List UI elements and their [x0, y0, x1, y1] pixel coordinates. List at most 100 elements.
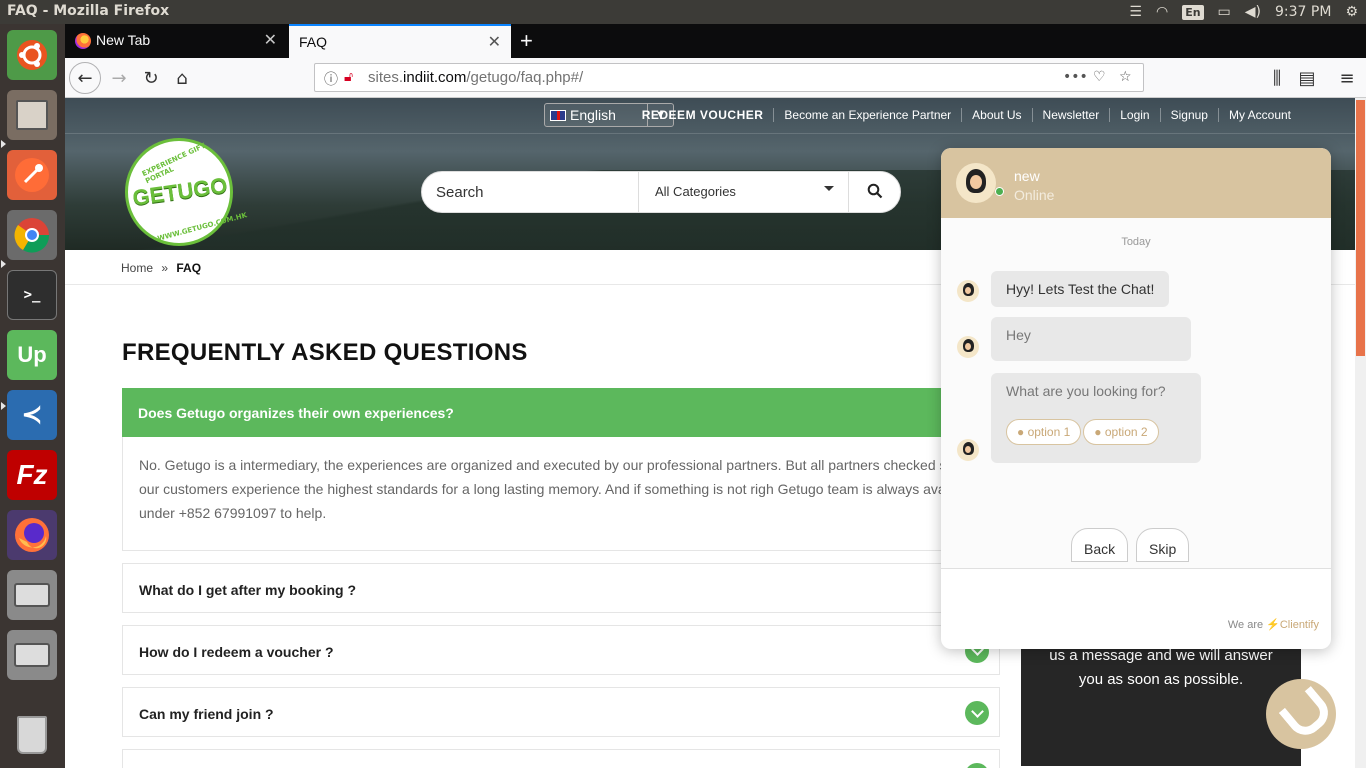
url-bar[interactable]: ⓘ 🔓︎ sites.indiit.com/getugo/faq.php#/ •… — [314, 63, 1144, 92]
tab-new-tab[interactable]: New Tab ✕ — [65, 24, 287, 58]
faq-question: What do I get after my booking ? — [139, 582, 356, 598]
filezilla-icon[interactable]: Fz — [7, 450, 57, 500]
chat-message-input[interactable] — [941, 569, 1331, 613]
ubuntu-dash-icon[interactable] — [7, 30, 57, 80]
keyboard-layout-indicator[interactable]: En — [1182, 4, 1204, 20]
trash-icon[interactable] — [7, 710, 57, 760]
launcher: >_ Up ≺ Fz — [0, 24, 65, 768]
forward-arrow-icon[interactable]: → — [105, 64, 133, 92]
chat-message: What are you looking for? — [1006, 383, 1166, 399]
tab-label: FAQ — [299, 34, 328, 50]
top-links: REDEEM VOUCHER Become an Experience Part… — [632, 108, 1301, 122]
about-us-link[interactable]: About Us — [961, 108, 1031, 122]
redeem-voucher-link[interactable]: REDEEM VOUCHER — [632, 108, 774, 122]
drive-icon[interactable] — [7, 570, 57, 620]
back-arrow-icon[interactable]: ← — [69, 62, 101, 94]
chevron-down-icon[interactable] — [965, 763, 989, 768]
faq-item[interactable]: What do I get after my booking ? — [122, 563, 1000, 613]
files-icon[interactable] — [7, 90, 57, 140]
firefox-icon[interactable] — [7, 510, 57, 560]
postman-icon[interactable] — [7, 150, 57, 200]
magnet-icon[interactable] — [1266, 679, 1336, 749]
close-tab-icon[interactable]: ✕ — [488, 32, 501, 52]
chat-option-button[interactable]: ● option 1 — [1006, 419, 1082, 445]
faq-question: How do I redeem a voucher ? — [139, 644, 334, 660]
chat-day-label: Today — [1121, 236, 1151, 248]
caret-down-icon — [824, 186, 834, 191]
pocket-icon[interactable]: ♡ — [1093, 69, 1106, 85]
chrome-icon[interactable] — [7, 210, 57, 260]
tab-strip: New Tab ✕ FAQ ✕ + — [65, 24, 1366, 58]
breadcrumb-current: FAQ — [176, 261, 202, 275]
search-input[interactable]: Search — [436, 184, 484, 201]
getugo-logo[interactable]: EXPERIENCE GIFT PORTAL GETUGO WWW.GETUGO… — [125, 138, 248, 246]
chat-footer: We are ⚡Clientify — [1228, 618, 1319, 631]
home-icon[interactable]: ⌂ — [168, 64, 196, 92]
page-actions-icon[interactable]: ••• — [1063, 69, 1088, 85]
page-title: FREQUENTLY ASKED QUESTIONS — [122, 339, 528, 366]
agent-status: Online — [1014, 187, 1055, 203]
signup-link[interactable]: Signup — [1159, 108, 1218, 122]
faq-question: Can my friend join ? — [139, 706, 274, 722]
drive-icon-2[interactable] — [7, 630, 57, 680]
hamburger-menu-icon[interactable]: ≡ — [1333, 64, 1361, 92]
sidebar-icon[interactable]: ▤ — [1293, 64, 1321, 92]
chat-footer-brand[interactable]: ⚡Clientify — [1266, 619, 1319, 631]
clock[interactable]: 9:37 PM — [1275, 4, 1331, 20]
vscode-icon[interactable]: ≺ — [7, 390, 57, 440]
reload-icon[interactable]: ↻ — [137, 64, 165, 92]
become-partner-link[interactable]: Become an Experience Partner — [773, 108, 961, 122]
agent-avatar — [957, 336, 979, 358]
agent-name: new — [1014, 168, 1040, 184]
settings-gear-icon[interactable]: ⚙ — [1345, 4, 1358, 20]
my-account-link[interactable]: My Account — [1217, 108, 1301, 122]
chat-skip-button[interactable]: Skip — [1136, 528, 1190, 562]
terminal-icon[interactable]: >_ — [7, 270, 57, 320]
close-tab-icon[interactable]: ✕ — [264, 30, 277, 50]
faq-item-open[interactable]: Does Getugo organizes their own experien… — [122, 388, 1000, 437]
new-tab-plus-icon[interactable]: + — [520, 28, 533, 54]
breadcrumb-home[interactable]: Home — [121, 261, 153, 275]
contact-panel-text: us a message and we will answer you as s… — [1049, 647, 1273, 688]
category-select[interactable]: All Categories — [638, 172, 849, 212]
chat-back-button[interactable]: Back — [1071, 528, 1129, 562]
url-text[interactable]: sites.indiit.com/getugo/faq.php#/ — [368, 69, 583, 86]
online-status-dot — [995, 187, 1004, 196]
tab-faq[interactable]: FAQ ✕ — [289, 24, 511, 58]
insecure-lock-icon[interactable]: 🔓︎ — [344, 69, 353, 85]
agent-avatar — [956, 163, 996, 203]
breadcrumb: Home » FAQ — [121, 261, 201, 275]
upwork-icon[interactable]: Up — [7, 330, 57, 380]
system-top-panel: FAQ - Mozilla Firefox ☰ ◠ En ▭ ◀) 9:37 P… — [0, 0, 1366, 24]
info-icon[interactable]: ⓘ — [324, 69, 338, 89]
bookmark-star-icon[interactable]: ☆ — [1119, 69, 1132, 85]
chat-footer-prefix: We are — [1227, 619, 1264, 631]
library-icon[interactable]: ⫼ — [1263, 64, 1291, 92]
category-value: All Categories — [655, 184, 736, 199]
newsletter-link[interactable]: Newsletter — [1031, 108, 1110, 122]
wifi-icon[interactable]: ◠ — [1156, 4, 1168, 20]
faq-item[interactable] — [122, 749, 1000, 768]
agent-avatar — [957, 439, 979, 461]
chevron-down-icon[interactable] — [965, 701, 989, 725]
faq-item[interactable]: How do I redeem a voucher ? — [122, 625, 1000, 675]
chat-option-button[interactable]: ● option 2 — [1083, 419, 1159, 445]
login-link[interactable]: Login — [1109, 108, 1159, 122]
chat-widget: new Online Today Hyy! Lets Test the Chat… — [941, 148, 1331, 649]
faq-answer: No. Getugo is a intermediary, the experi… — [122, 437, 1000, 551]
faq-item[interactable]: Can my friend join ? — [122, 687, 1000, 737]
scrollbar-thumb[interactable] — [1356, 100, 1365, 356]
contact-panel: us a message and we will answer you as s… — [1021, 638, 1301, 766]
language-value: English — [570, 107, 616, 123]
chat-question-bubble: What are you looking for? ● option 1 ● op… — [991, 373, 1201, 463]
volume-icon[interactable]: ◀) — [1245, 4, 1261, 20]
battery-icon[interactable]: ▭ — [1218, 4, 1231, 20]
search-bar: Search All Categories — [421, 171, 901, 213]
search-icon[interactable] — [867, 183, 883, 199]
navigation-toolbar: ← → ↻ ⌂ ⓘ 🔓︎ sites.indiit.com/getugo/faq… — [65, 58, 1366, 98]
firefox-favicon-icon — [75, 33, 91, 49]
uk-flag-icon — [550, 110, 566, 121]
faq-question: Does Getugo organizes their own experien… — [138, 405, 454, 421]
chat-message: Hyy! Lets Test the Chat! — [991, 271, 1170, 307]
menu-list-icon[interactable]: ☰ — [1129, 4, 1142, 20]
